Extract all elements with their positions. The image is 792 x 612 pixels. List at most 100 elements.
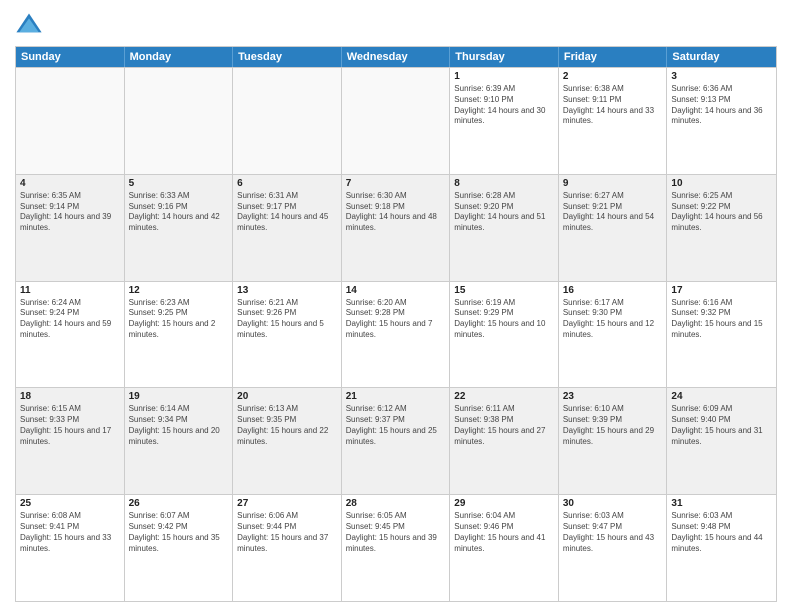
calendar-cell: 7 Sunrise: 6:30 AMSunset: 9:18 PMDaylight…: [342, 175, 451, 281]
day-info: Sunrise: 6:24 AMSunset: 9:24 PMDaylight:…: [20, 298, 120, 341]
day-number: 6: [237, 178, 337, 189]
day-number: 15: [454, 285, 554, 296]
calendar-cell: [125, 68, 234, 174]
day-info: Sunrise: 6:11 AMSunset: 9:38 PMDaylight:…: [454, 404, 554, 447]
day-info: Sunrise: 6:25 AMSunset: 9:22 PMDaylight:…: [671, 191, 772, 234]
calendar-body: 1 Sunrise: 6:39 AMSunset: 9:10 PMDaylight…: [16, 67, 776, 601]
day-number: 30: [563, 498, 663, 509]
day-info: Sunrise: 6:36 AMSunset: 9:13 PMDaylight:…: [671, 84, 772, 127]
day-number: 13: [237, 285, 337, 296]
calendar-cell: 25 Sunrise: 6:08 AMSunset: 9:41 PMDayligh…: [16, 495, 125, 601]
day-number: 29: [454, 498, 554, 509]
day-info: Sunrise: 6:06 AMSunset: 9:44 PMDaylight:…: [237, 511, 337, 554]
day-info: Sunrise: 6:20 AMSunset: 9:28 PMDaylight:…: [346, 298, 446, 341]
day-number: 12: [129, 285, 229, 296]
day-info: Sunrise: 6:13 AMSunset: 9:35 PMDaylight:…: [237, 404, 337, 447]
calendar-cell: 28Sunrise: 6:05 AMSunset: 9:45 PMDayligh…: [342, 495, 451, 601]
day-info: Sunrise: 6:08 AMSunset: 9:41 PMDaylight:…: [20, 511, 120, 554]
day-number: 27: [237, 498, 337, 509]
calendar-cell: 4 Sunrise: 6:35 AMSunset: 9:14 PMDaylight…: [16, 175, 125, 281]
calendar-cell: [342, 68, 451, 174]
day-info: Sunrise: 6:21 AMSunset: 9:26 PMDaylight:…: [237, 298, 337, 341]
calendar-cell: 29 Sunrise: 6:04 AMSunset: 9:46 PMDayligh…: [450, 495, 559, 601]
calendar-cell: 23 Sunrise: 6:10 AMSunset: 9:39 PMDayligh…: [559, 388, 668, 494]
calendar-cell: 31 Sunrise: 6:03 AMSunset: 9:48 PMDayligh…: [667, 495, 776, 601]
day-info: Sunrise: 6:30 AMSunset: 9:18 PMDaylight:…: [346, 191, 446, 234]
day-number: 23: [563, 391, 663, 402]
calendar-row-5: 25 Sunrise: 6:08 AMSunset: 9:41 PMDayligh…: [16, 494, 776, 601]
day-number: 4: [20, 178, 120, 189]
day-number: 22: [454, 391, 554, 402]
day-info: Sunrise: 6:35 AMSunset: 9:14 PMDaylight:…: [20, 191, 120, 234]
calendar-cell: 6 Sunrise: 6:31 AMSunset: 9:17 PMDaylight…: [233, 175, 342, 281]
calendar-cell: [233, 68, 342, 174]
calendar-cell: 15 Sunrise: 6:19 AMSunset: 9:29 PMDayligh…: [450, 282, 559, 388]
calendar-cell: [16, 68, 125, 174]
weekday-header-wednesday: Wednesday: [342, 47, 451, 67]
header: [15, 10, 777, 38]
calendar-row-1: 1 Sunrise: 6:39 AMSunset: 9:10 PMDaylight…: [16, 67, 776, 174]
calendar-cell: 30 Sunrise: 6:03 AMSunset: 9:47 PMDayligh…: [559, 495, 668, 601]
day-info: Sunrise: 6:09 AMSunset: 9:40 PMDaylight:…: [671, 404, 772, 447]
day-number: 10: [671, 178, 772, 189]
day-number: 31: [671, 498, 772, 509]
day-info: Sunrise: 6:05 AMSunset: 9:45 PMDaylight:…: [346, 511, 446, 554]
day-info: Sunrise: 6:03 AMSunset: 9:48 PMDaylight:…: [671, 511, 772, 554]
day-number: 24: [671, 391, 772, 402]
logo-icon: [15, 10, 43, 38]
calendar-cell: 21 Sunrise: 6:12 AMSunset: 9:37 PMDayligh…: [342, 388, 451, 494]
calendar-cell: 8 Sunrise: 6:28 AMSunset: 9:20 PMDaylight…: [450, 175, 559, 281]
day-info: Sunrise: 6:33 AMSunset: 9:16 PMDaylight:…: [129, 191, 229, 234]
day-number: 17: [671, 285, 772, 296]
calendar-cell: 1 Sunrise: 6:39 AMSunset: 9:10 PMDaylight…: [450, 68, 559, 174]
day-number: 14: [346, 285, 446, 296]
day-number: 5: [129, 178, 229, 189]
day-info: Sunrise: 6:15 AMSunset: 9:33 PMDaylight:…: [20, 404, 120, 447]
day-info: Sunrise: 6:14 AMSunset: 9:34 PMDaylight:…: [129, 404, 229, 447]
weekday-header-thursday: Thursday: [450, 47, 559, 67]
calendar-header: SundayMondayTuesdayWednesdayThursdayFrid…: [16, 47, 776, 67]
day-info: Sunrise: 6:16 AMSunset: 9:32 PMDaylight:…: [671, 298, 772, 341]
day-info: Sunrise: 6:39 AMSunset: 9:10 PMDaylight:…: [454, 84, 554, 127]
calendar-cell: 3Sunrise: 6:36 AMSunset: 9:13 PMDaylight…: [667, 68, 776, 174]
day-info: Sunrise: 6:03 AMSunset: 9:47 PMDaylight:…: [563, 511, 663, 554]
weekday-header-tuesday: Tuesday: [233, 47, 342, 67]
day-number: 1: [454, 71, 554, 82]
day-number: 8: [454, 178, 554, 189]
day-number: 21: [346, 391, 446, 402]
calendar-cell: 18Sunrise: 6:15 AMSunset: 9:33 PMDayligh…: [16, 388, 125, 494]
day-number: 2: [563, 71, 663, 82]
calendar-cell: 16 Sunrise: 6:17 AMSunset: 9:30 PMDayligh…: [559, 282, 668, 388]
calendar-cell: 17 Sunrise: 6:16 AMSunset: 9:32 PMDayligh…: [667, 282, 776, 388]
weekday-header-friday: Friday: [559, 47, 668, 67]
day-info: Sunrise: 6:31 AMSunset: 9:17 PMDaylight:…: [237, 191, 337, 234]
day-number: 19: [129, 391, 229, 402]
day-info: Sunrise: 6:04 AMSunset: 9:46 PMDaylight:…: [454, 511, 554, 554]
weekday-header-sunday: Sunday: [16, 47, 125, 67]
day-number: 7: [346, 178, 446, 189]
calendar-cell: 27 Sunrise: 6:06 AMSunset: 9:44 PMDayligh…: [233, 495, 342, 601]
day-number: 11: [20, 285, 120, 296]
day-info: Sunrise: 6:28 AMSunset: 9:20 PMDaylight:…: [454, 191, 554, 234]
calendar-cell: 13 Sunrise: 6:21 AMSunset: 9:26 PMDayligh…: [233, 282, 342, 388]
calendar-cell: 24 Sunrise: 6:09 AMSunset: 9:40 PMDayligh…: [667, 388, 776, 494]
day-info: Sunrise: 6:17 AMSunset: 9:30 PMDaylight:…: [563, 298, 663, 341]
day-number: 25: [20, 498, 120, 509]
day-number: 16: [563, 285, 663, 296]
day-number: 20: [237, 391, 337, 402]
day-info: Sunrise: 6:12 AMSunset: 9:37 PMDaylight:…: [346, 404, 446, 447]
day-info: Sunrise: 6:07 AMSunset: 9:42 PMDaylight:…: [129, 511, 229, 554]
logo: [15, 10, 47, 38]
calendar-cell: 2Sunrise: 6:38 AMSunset: 9:11 PMDaylight…: [559, 68, 668, 174]
calendar-cell: 5 Sunrise: 6:33 AMSunset: 9:16 PMDaylight…: [125, 175, 234, 281]
day-info: Sunrise: 6:19 AMSunset: 9:29 PMDaylight:…: [454, 298, 554, 341]
calendar-cell: 20 Sunrise: 6:13 AMSunset: 9:35 PMDayligh…: [233, 388, 342, 494]
day-info: Sunrise: 6:27 AMSunset: 9:21 PMDaylight:…: [563, 191, 663, 234]
day-number: 9: [563, 178, 663, 189]
weekday-header-saturday: Saturday: [667, 47, 776, 67]
calendar-cell: 14 Sunrise: 6:20 AMSunset: 9:28 PMDayligh…: [342, 282, 451, 388]
calendar-cell: 22 Sunrise: 6:11 AMSunset: 9:38 PMDayligh…: [450, 388, 559, 494]
calendar-row-4: 18Sunrise: 6:15 AMSunset: 9:33 PMDayligh…: [16, 387, 776, 494]
weekday-header-monday: Monday: [125, 47, 234, 67]
day-info: Sunrise: 6:10 AMSunset: 9:39 PMDaylight:…: [563, 404, 663, 447]
